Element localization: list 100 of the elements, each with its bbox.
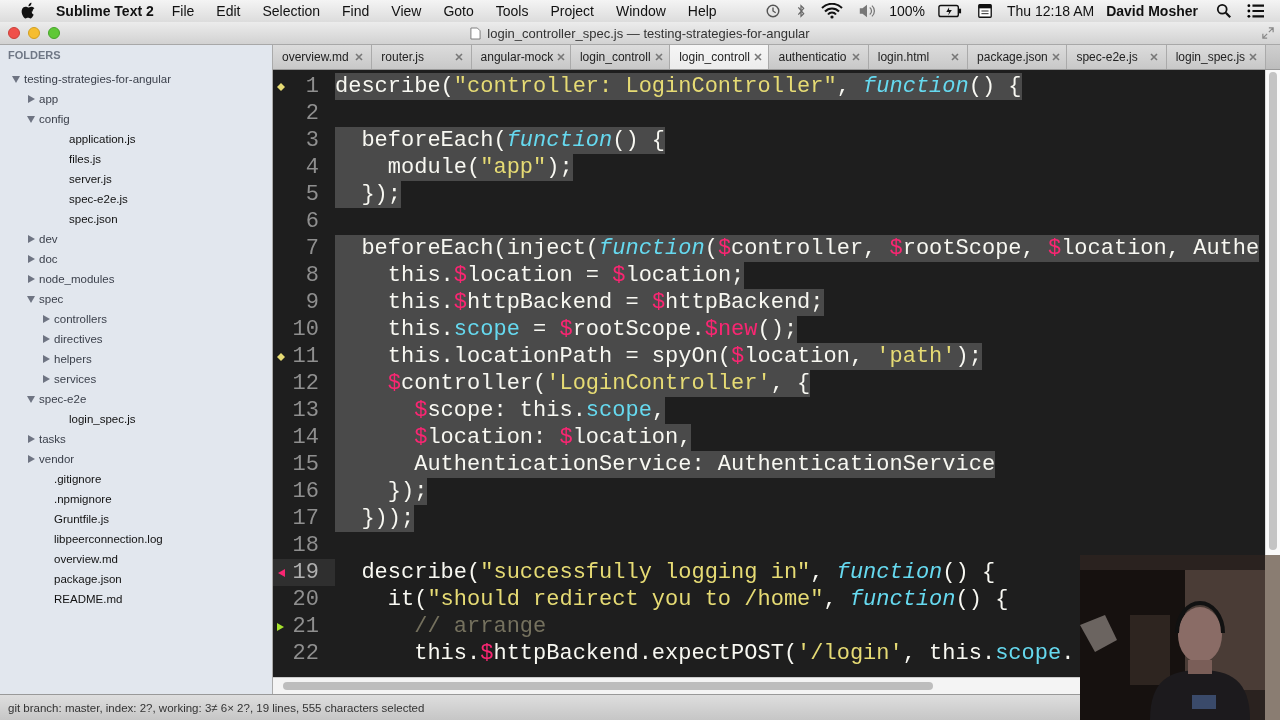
close-icon[interactable]	[753, 53, 762, 61]
wifi-icon[interactable]	[820, 3, 845, 19]
document-entry[interactable]: .gitignore	[39, 473, 102, 485]
menu-item[interactable]: Window	[616, 3, 666, 19]
document-entry[interactable]: server.js	[54, 173, 112, 185]
folder-entry[interactable]: vendor	[39, 453, 75, 465]
document-entry[interactable]: overview.md	[39, 553, 118, 565]
line-number: 19	[292, 560, 319, 585]
folder-entry[interactable]: testing-strategies-for-angular	[24, 73, 171, 85]
close-icon[interactable]	[1249, 53, 1258, 61]
menubar-clock[interactable]: Thu 12:18 AM	[1007, 3, 1095, 19]
folder-entry[interactable]: spec	[39, 293, 64, 305]
collapsed-arrow-icon[interactable]	[27, 95, 35, 103]
line-number: 12	[292, 371, 319, 396]
line-number: 11	[292, 344, 319, 369]
zoom-window-icon[interactable]	[48, 27, 60, 39]
line-number: 15	[292, 452, 319, 477]
line-number: 4	[305, 155, 319, 180]
folder-entry[interactable]: tasks	[39, 433, 66, 445]
collapsed-arrow-icon[interactable]	[27, 455, 35, 463]
document-entry[interactable]: README.md	[39, 593, 123, 605]
expanded-arrow-icon[interactable]	[12, 75, 20, 83]
collapsed-arrow-icon[interactable]	[42, 355, 50, 363]
close-window-icon[interactable]	[8, 27, 20, 39]
left-triangle-marker-icon	[277, 569, 285, 577]
search-icon[interactable]	[1215, 3, 1233, 19]
document-entry[interactable]: Gruntfile.js	[39, 513, 109, 525]
close-icon[interactable]	[1051, 53, 1060, 61]
file-tab[interactable]: package.json	[968, 45, 1068, 69]
collapsed-arrow-icon[interactable]	[42, 375, 50, 383]
collapsed-arrow-icon[interactable]	[27, 235, 35, 243]
list-icon[interactable]	[1247, 3, 1265, 19]
file-tab[interactable]: login_controll	[670, 45, 770, 69]
document-entry[interactable]: package.json	[39, 573, 122, 585]
right-triangle-marker-icon	[277, 623, 285, 631]
file-tab[interactable]: login_spec.js	[1166, 45, 1266, 69]
line-number: 3	[305, 128, 319, 153]
user-name[interactable]: David Mosher	[1106, 3, 1198, 19]
document-entry[interactable]: files.js	[54, 153, 101, 165]
folder-entry[interactable]: config	[39, 113, 70, 125]
close-icon[interactable]	[1149, 53, 1158, 61]
file-tab[interactable]: angular-mock	[471, 45, 571, 69]
collapsed-arrow-icon[interactable]	[27, 255, 35, 263]
battery-icon[interactable]	[938, 3, 962, 19]
folder-entry[interactable]: controllers	[54, 313, 108, 325]
collapsed-arrow-icon[interactable]	[27, 275, 35, 283]
document-entry[interactable]: .npmignore	[39, 493, 112, 505]
file-tab[interactable]: spec-e2e.js	[1067, 45, 1167, 69]
calendar-icon[interactable]	[976, 3, 994, 19]
folder-entry[interactable]: doc	[39, 253, 58, 265]
close-icon[interactable]	[654, 53, 663, 61]
collapsed-arrow-icon[interactable]	[42, 315, 50, 323]
menu-item[interactable]: Goto	[443, 3, 474, 19]
close-icon[interactable]	[355, 53, 364, 61]
file-tab[interactable]: authenticatio	[769, 45, 869, 69]
document-entry[interactable]: login_spec.js	[54, 413, 136, 425]
menu-item[interactable]: Edit	[216, 3, 241, 19]
file-tab[interactable]: login_controll	[570, 45, 671, 69]
volume-icon[interactable]	[858, 3, 877, 19]
menu-item[interactable]: File	[171, 3, 195, 19]
folder-entry[interactable]: directives	[54, 333, 103, 345]
close-icon[interactable]	[851, 53, 860, 61]
expanded-arrow-icon[interactable]	[27, 295, 35, 303]
menu-item[interactable]: Find	[342, 3, 370, 19]
close-icon[interactable]	[454, 53, 463, 61]
line-number: 13	[292, 398, 319, 423]
file-tab[interactable]: router.js	[372, 45, 472, 69]
line-number: 5	[305, 182, 319, 207]
code-line: it("should redirect you to /home", function() {	[386, 586, 1009, 613]
document-entry[interactable]: application.js	[54, 133, 136, 145]
file-tab[interactable]: overview.md	[273, 45, 373, 69]
document-entry[interactable]: spec.json	[54, 213, 118, 225]
folder-entry[interactable]: dev	[39, 233, 58, 245]
menu-item[interactable]: Help	[687, 3, 717, 19]
scrollbar-thumb[interactable]	[1269, 72, 1277, 550]
scrollbar-thumb[interactable]	[283, 682, 933, 690]
close-icon[interactable]	[557, 53, 566, 61]
document-entry[interactable]: libpeerconnection.log	[39, 533, 163, 545]
menu-item[interactable]: Tools	[495, 3, 529, 19]
menu-item[interactable]: Project	[550, 3, 594, 19]
menu-item[interactable]: View	[391, 3, 422, 19]
folder-entry[interactable]: services	[54, 373, 97, 385]
file-tab[interactable]: login.html	[868, 45, 969, 69]
fullscreen-icon[interactable]	[1262, 27, 1274, 39]
collapsed-arrow-icon[interactable]	[27, 435, 35, 443]
expanded-arrow-icon[interactable]	[27, 395, 35, 403]
line-number: 21	[292, 614, 319, 639]
app-name[interactable]: Sublime Text 2	[56, 3, 154, 19]
folder-entry[interactable]: app	[39, 93, 59, 105]
document-entry[interactable]: spec-e2e.js	[54, 193, 128, 205]
folder-entry[interactable]: node_modules	[39, 273, 115, 285]
bluetooth-icon[interactable]	[796, 3, 807, 19]
close-icon[interactable]	[951, 53, 960, 61]
expanded-arrow-icon[interactable]	[27, 115, 35, 123]
diamond-marker-icon	[277, 353, 285, 361]
folder-entry[interactable]: spec-e2e	[39, 393, 87, 405]
menu-item[interactable]: Selection	[262, 3, 321, 19]
folder-entry[interactable]: helpers	[54, 353, 92, 365]
battery-percent: 100%	[889, 3, 925, 19]
collapsed-arrow-icon[interactable]	[42, 335, 50, 343]
